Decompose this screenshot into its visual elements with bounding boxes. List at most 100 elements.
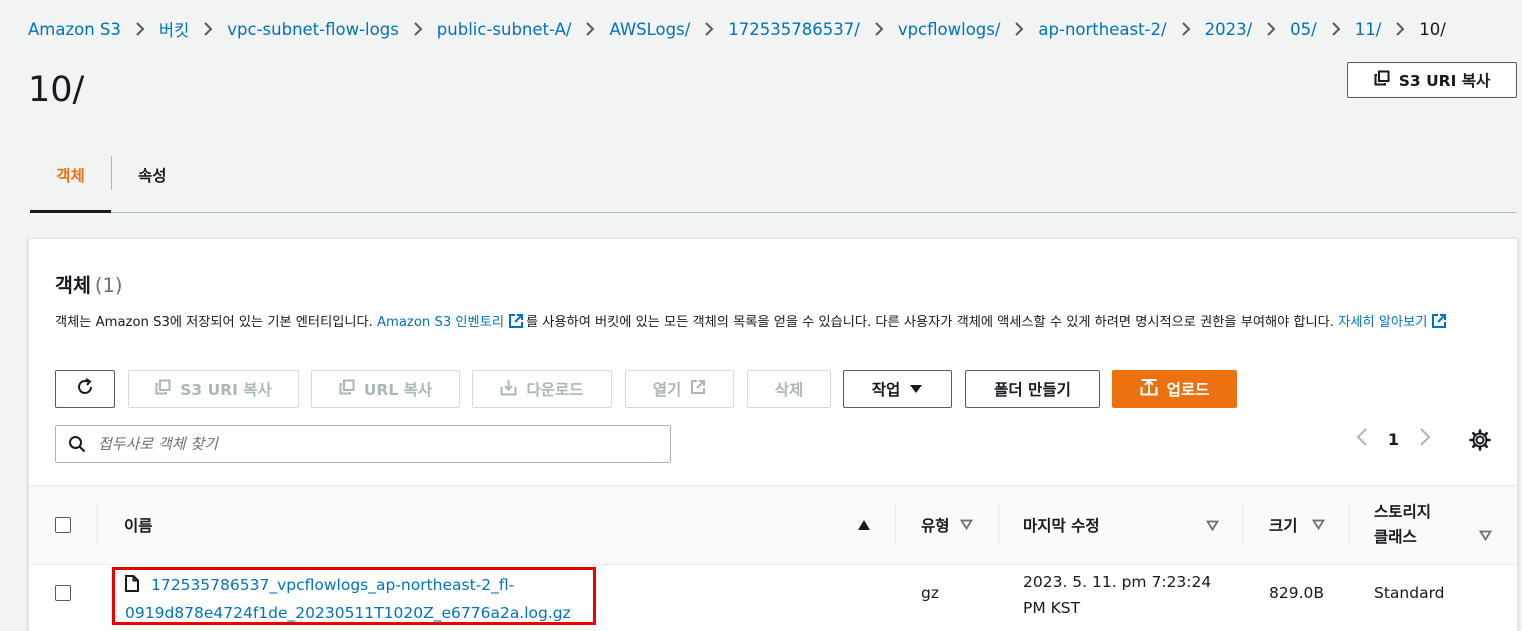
checkbox[interactable]	[55, 517, 71, 533]
upload-label: 업로드	[1166, 381, 1210, 399]
table-header: 이름 유형 마지막 수정 크기 스토리지 클래스	[29, 485, 1517, 565]
search-icon	[68, 435, 86, 453]
file-icon	[125, 574, 139, 600]
chevron-right-icon	[1265, 22, 1277, 36]
object-last-modified-line: 2023. 5. 11. pm 7:23:24	[1023, 573, 1212, 591]
breadcrumb-folder[interactable]: 172535786537/	[728, 20, 860, 39]
chevron-right-icon	[873, 22, 885, 36]
download-button[interactable]: 다운로드	[472, 370, 612, 408]
breadcrumb-folder[interactable]: 05/	[1290, 20, 1317, 39]
actions-dropdown[interactable]: 작업	[843, 370, 952, 408]
breadcrumb-folder[interactable]: ap-northeast-2/	[1038, 20, 1166, 39]
object-name-line[interactable]: 172535786537_vpcflowlogs_ap-northeast-2_…	[151, 576, 514, 594]
objects-description: 객체는 Amazon S3에 저장되어 있는 기본 엔터티입니다. Amazon…	[55, 311, 1485, 338]
current-page-number[interactable]: 1	[1388, 430, 1399, 449]
object-last-modified-line: PM KST	[1023, 599, 1081, 617]
open-button[interactable]: 열기	[625, 370, 734, 408]
copy-icon	[155, 379, 171, 399]
actions-label: 작업	[871, 381, 901, 399]
column-divider	[97, 502, 98, 546]
create-folder-button[interactable]: 폴더 만들기	[965, 370, 1100, 408]
copy-url-label: URL 복사	[363, 381, 433, 399]
tab-objects[interactable]: 객체	[30, 140, 111, 213]
chevron-right-icon	[1394, 22, 1406, 36]
object-name-link[interactable]: 172535786537_vpcflowlogs_ap-northeast-2_…	[112, 567, 596, 625]
sort-caret-icon[interactable]	[1206, 486, 1219, 564]
tab-divider	[111, 156, 112, 190]
copy-s3-uri-label: S3 URI 복사	[1398, 72, 1491, 90]
chevron-right-icon	[584, 22, 596, 36]
chevron-right-icon	[202, 22, 214, 36]
page-title: 10/	[28, 70, 85, 110]
external-link-icon	[1431, 313, 1447, 338]
delete-button[interactable]: 삭제	[747, 370, 831, 408]
search-input[interactable]	[96, 428, 670, 460]
select-all-checkbox[interactable]	[55, 486, 71, 564]
object-last-modified: 2023. 5. 11. pm 7:23:24 PM KST	[1023, 569, 1211, 621]
refresh-button[interactable]	[55, 370, 115, 408]
column-divider	[998, 502, 999, 546]
column-header-storage-label: 클래스	[1374, 528, 1417, 546]
tab-bar: 객체 속성	[30, 140, 1516, 213]
refresh-icon	[75, 377, 95, 401]
column-header-name[interactable]: 이름	[124, 486, 153, 564]
breadcrumb-folder[interactable]: public-subnet-A/	[437, 20, 572, 39]
column-divider	[1349, 502, 1350, 546]
copy-s3-uri-button[interactable]: S3 URI 복사	[1347, 62, 1517, 98]
pagination: 1	[1356, 427, 1431, 451]
description-text: 객체는 Amazon S3에 저장되어 있는 기본 엔터티입니다.	[55, 315, 377, 330]
inventory-link[interactable]: Amazon S3 인벤토리	[377, 315, 504, 330]
column-header-storage-class[interactable]: 스토리지 클래스	[1374, 486, 1431, 564]
column-header-modified[interactable]: 마지막 수정	[1023, 486, 1100, 564]
objects-count: (1)	[94, 274, 123, 297]
chevron-right-icon	[134, 22, 146, 36]
copy-s3-uri-label: S3 URI 복사	[180, 381, 272, 399]
search-box	[55, 425, 671, 463]
column-header-type[interactable]: 유형	[921, 486, 973, 564]
breadcrumb-current: 10/	[1419, 19, 1446, 39]
breadcrumb-buckets[interactable]: 버킷	[159, 17, 189, 41]
breadcrumb-bucket[interactable]: vpc-subnet-flow-logs	[227, 20, 399, 39]
object-size: 829.0B	[1269, 584, 1325, 602]
chevron-right-icon	[1180, 22, 1192, 36]
learn-more-link[interactable]: 자세히 알아보기	[1338, 315, 1427, 330]
sort-ascending-icon[interactable]	[857, 486, 871, 564]
copy-icon	[339, 379, 355, 399]
column-header-size[interactable]: 크기	[1269, 486, 1325, 564]
objects-title: 객체	[55, 274, 91, 297]
external-link-icon	[508, 313, 524, 338]
objects-panel: 객체 (1) 객체는 Amazon S3에 저장되어 있는 기본 엔터티입니다. …	[28, 238, 1518, 631]
caret-down-icon	[909, 380, 923, 398]
external-link-icon	[690, 379, 706, 399]
chevron-right-icon	[1013, 22, 1025, 36]
breadcrumb: Amazon S3 버킷 vpc-subnet-flow-logs public…	[28, 17, 1512, 41]
copy-s3-uri-button-disabled[interactable]: S3 URI 복사	[128, 370, 299, 408]
prev-page-icon[interactable]	[1356, 427, 1368, 451]
table-row[interactable]: 172535786537_vpcflowlogs_ap-northeast-2_…	[29, 563, 1517, 631]
sort-caret-icon	[959, 516, 973, 534]
breadcrumb-folder[interactable]: AWSLogs/	[609, 20, 690, 39]
column-header-size-label: 크기	[1269, 517, 1298, 535]
sort-caret-icon	[1311, 516, 1325, 534]
gear-icon[interactable]	[1469, 429, 1491, 455]
breadcrumb-amazon-s3[interactable]: Amazon S3	[28, 20, 121, 39]
objects-heading: 객체 (1)	[55, 269, 123, 298]
column-divider	[895, 502, 896, 546]
object-name-line[interactable]: 0919d878e4724f1de_20230511T1020Z_e6776a2…	[125, 604, 571, 622]
breadcrumb-folder[interactable]: 11/	[1355, 20, 1382, 39]
open-label: 열기	[652, 381, 682, 399]
upload-button[interactable]: 업로드	[1112, 370, 1237, 408]
column-header-storage-label: 스토리지	[1374, 503, 1432, 521]
breadcrumb-folder[interactable]: vpcflowlogs/	[898, 20, 1001, 39]
create-folder-label: 폴더 만들기	[994, 381, 1071, 399]
breadcrumb-folder[interactable]: 2023/	[1205, 20, 1253, 39]
tab-properties[interactable]: 속성	[138, 140, 167, 210]
copy-url-button[interactable]: URL 복사	[311, 370, 460, 408]
download-label: 다운로드	[526, 381, 584, 399]
object-type: gz	[921, 584, 939, 602]
chevron-right-icon	[1330, 22, 1342, 36]
column-header-type-label: 유형	[921, 517, 950, 535]
copy-icon	[1374, 70, 1390, 90]
row-checkbox[interactable]	[55, 585, 71, 601]
next-page-icon[interactable]	[1419, 427, 1431, 451]
